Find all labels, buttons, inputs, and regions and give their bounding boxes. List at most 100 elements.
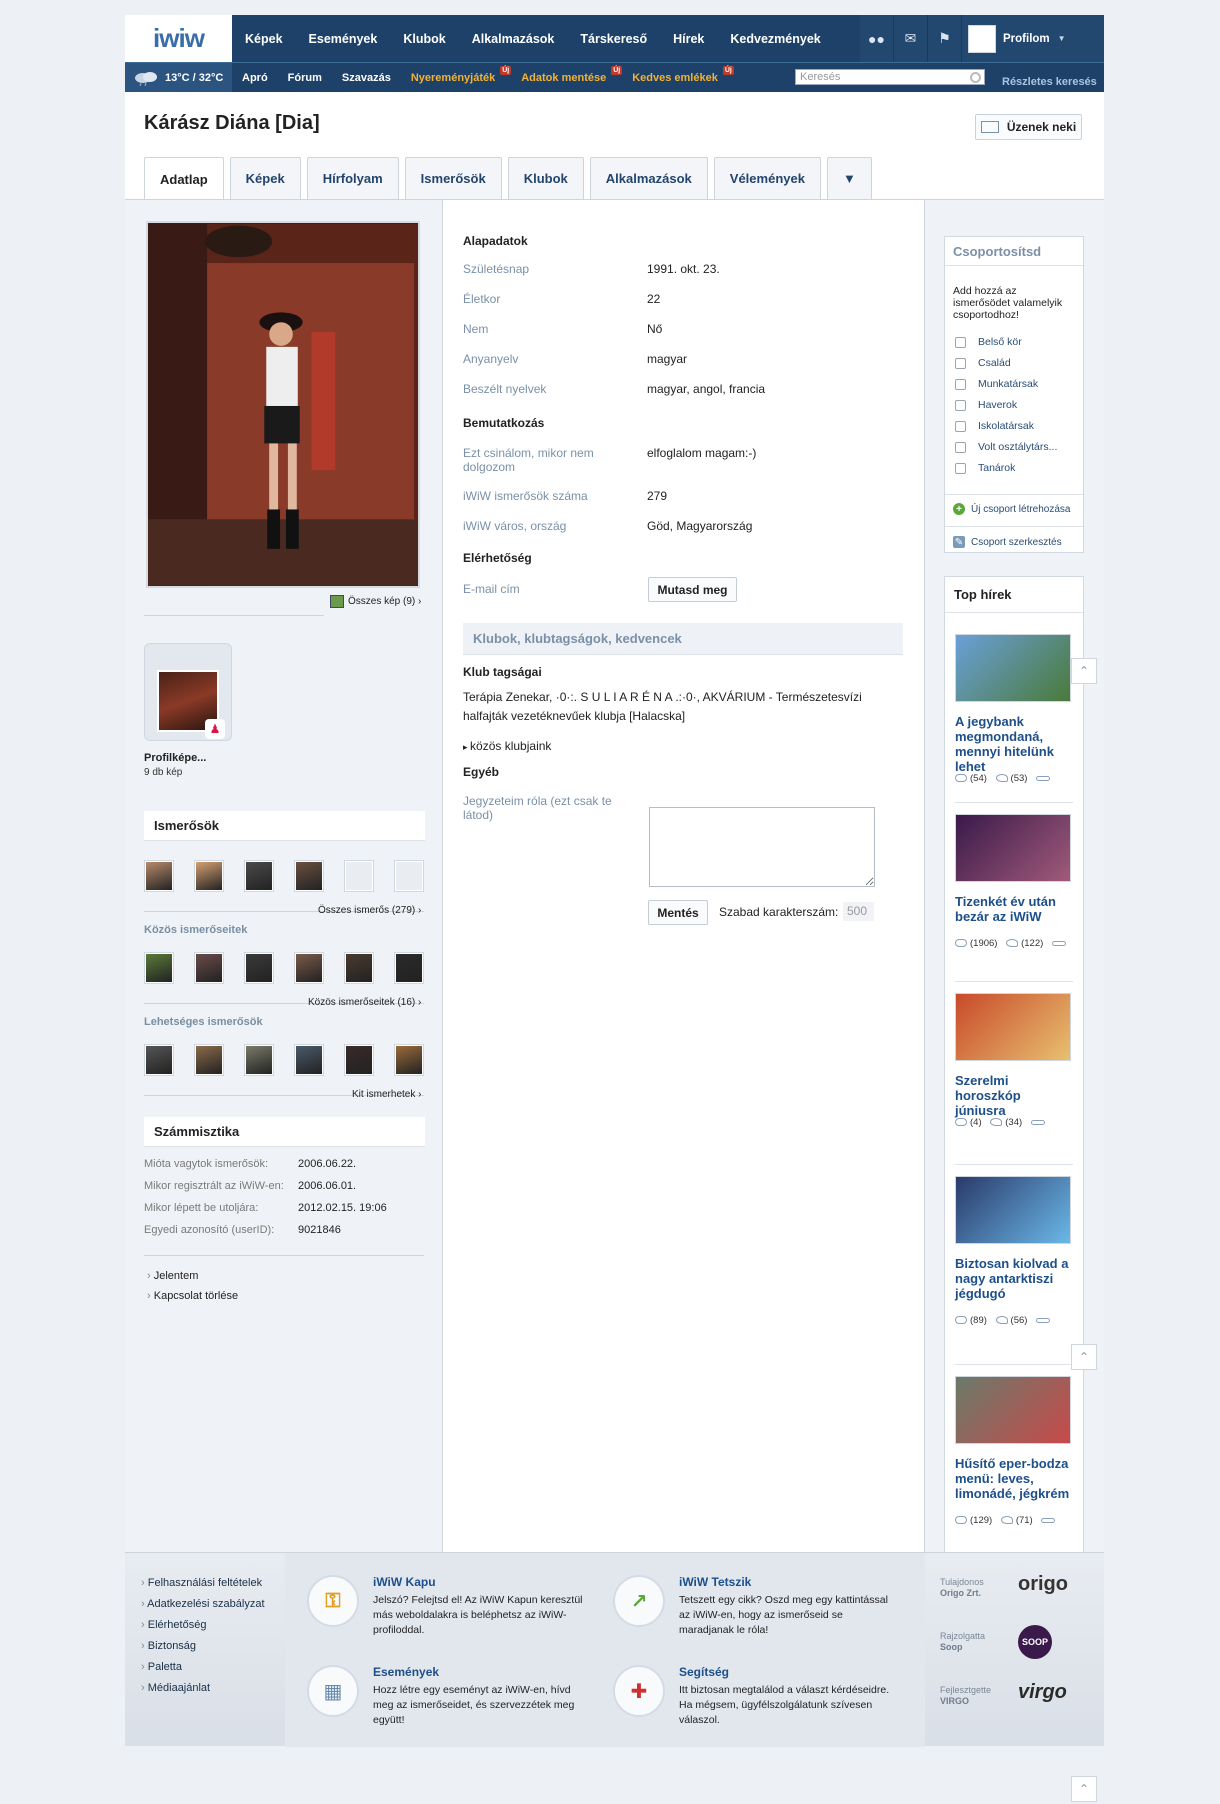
group-checkbox-row[interactable]: Tanárok [955,462,1015,474]
footer-link-2[interactable]: Elérhetőség [141,1615,265,1636]
group-checkbox-row[interactable]: Volt osztálytárs... [955,441,1057,453]
subnav-item-1[interactable]: Fórum [278,72,332,84]
share-icon[interactable] [1036,775,1051,781]
common-clubs-link[interactable]: közös klubjaink [463,739,551,753]
nav-item-1[interactable]: Események [296,32,391,46]
heart-icon[interactable] [1000,1516,1013,1525]
checkbox[interactable] [955,336,966,348]
nav-item-2[interactable]: Klubok [390,32,458,46]
share-icon[interactable] [1036,1317,1051,1323]
profile-menu-button[interactable]: Profilom ▼ [962,24,1066,53]
heart-icon[interactable] [1006,939,1019,948]
tab-1[interactable]: Képek [229,157,301,199]
credit-dev[interactable]: Fejlesztgette VIRGO virgo [940,1681,1090,1721]
news-image[interactable] [955,1376,1071,1444]
friend-avatar[interactable] [194,860,224,892]
new-group-link[interactable]: + Új csoport létrehozása [953,503,1071,515]
heart-icon[interactable] [995,774,1008,783]
nav-item-6[interactable]: Kedvezmények [717,32,833,46]
comment-icon[interactable] [955,774,967,783]
credit-owner[interactable]: Tulajdonos Origo Zrt. origo [940,1573,1090,1613]
news-headline[interactable]: Biztosan kiolvad a nagy antarktiszi jégd… [955,1256,1073,1301]
show-email-button[interactable]: Mutasd meg [648,577,737,602]
news-headline[interactable]: Tizenkét év után bezár az iWiW [955,894,1073,924]
friend-avatar[interactable] [144,860,174,892]
friend-avatar[interactable] [144,1044,174,1076]
news-image[interactable] [955,814,1071,882]
news-image[interactable] [955,1176,1071,1244]
share-icon[interactable] [1030,1119,1045,1125]
profile-album[interactable]: ♟ [144,643,232,741]
friend-avatar[interactable] [244,1044,274,1076]
share-icon[interactable] [1051,940,1066,946]
share-icon[interactable] [1041,1517,1056,1523]
album-title[interactable]: Profilképe... [144,752,206,764]
footer-link-0[interactable]: Felhasználási feltételek [141,1573,265,1594]
nav-item-5[interactable]: Hírek [660,32,717,46]
tab-7[interactable]: ▼ [826,157,872,199]
friend-avatar[interactable] [144,952,174,984]
possible-friends-link[interactable]: Kit ismerhetek [352,1089,421,1100]
send-message-button[interactable]: Üzenek neki [975,114,1082,140]
mail-icon[interactable]: ✉ [894,15,928,62]
friend-avatar[interactable] [294,952,324,984]
friend-avatar[interactable] [294,1044,324,1076]
action-link-1[interactable]: Kapcsolat törlése [147,1290,238,1302]
checkbox[interactable] [955,420,966,432]
friend-avatar[interactable] [194,952,224,984]
friend-avatar[interactable] [344,1044,374,1076]
action-link-0[interactable]: Jelentem [147,1270,199,1282]
notes-textarea[interactable] [649,807,875,887]
iwiw-logo[interactable]: iwiw [125,15,232,62]
subnav-item-4[interactable]: Adatok mentése Új [511,65,623,84]
news-headline[interactable]: Hűsítő eper-bodza menü: leves, limonádé,… [955,1456,1073,1501]
subnav-item-2[interactable]: Szavazás [332,72,401,84]
friend-avatar[interactable] [394,952,424,984]
common-friends-link[interactable]: Közös ismerőseitek (16) [308,997,421,1008]
footer-link-4[interactable]: Paletta [141,1657,265,1678]
footer-link-5[interactable]: Médiaajánlat [141,1678,265,1699]
flag-icon[interactable]: ⚑ [928,15,962,62]
scroll-up-button[interactable]: ⌃ [1071,658,1097,684]
group-checkbox-row[interactable]: Haverok [955,399,1017,411]
checkbox[interactable] [955,399,966,411]
advanced-search-link[interactable]: Részletes keresés [1002,76,1097,88]
credit-design[interactable]: Rajzolgatta Soop SOOP [940,1625,1090,1667]
search-icon[interactable] [970,72,981,83]
tab-3[interactable]: Ismerősök [404,157,502,199]
subnav-item-3[interactable]: Nyereményjáték Új [401,65,512,84]
checkbox[interactable] [955,357,966,369]
heart-icon[interactable] [995,1316,1008,1325]
footer-link-3[interactable]: Biztonság [141,1636,265,1657]
save-button[interactable]: Mentés [648,900,708,925]
checkbox[interactable] [955,441,966,453]
checkbox[interactable] [955,378,966,390]
group-checkbox-row[interactable]: Család [955,357,1011,369]
friend-avatar[interactable] [344,860,374,892]
friend-avatar[interactable] [244,860,274,892]
tab-5[interactable]: Alkalmazások [589,157,708,199]
tab-0[interactable]: Adatlap [144,157,224,200]
checkbox[interactable] [955,462,966,474]
friends-icon[interactable]: ●● [860,15,894,62]
tab-6[interactable]: Vélemények [713,157,821,199]
group-checkbox-row[interactable]: Belső kör [955,336,1022,348]
friend-avatar[interactable] [394,1044,424,1076]
search-input[interactable]: Keresés [795,69,985,85]
comment-icon[interactable] [955,1516,967,1525]
comment-icon[interactable] [955,1118,967,1127]
edit-group-link[interactable]: ✎ Csoport szerkesztés [953,536,1062,548]
scroll-up-button[interactable]: ⌃ [1071,1344,1097,1370]
news-image[interactable] [955,993,1071,1061]
heart-icon[interactable] [990,1118,1003,1127]
news-headline[interactable]: A jegybank megmondaná, mennyi hitelünk l… [955,714,1073,774]
nav-item-3[interactable]: Alkalmazások [459,32,568,46]
comment-icon[interactable] [955,939,967,948]
group-checkbox-row[interactable]: Munkatársak [955,378,1038,390]
news-image[interactable] [955,634,1071,702]
nav-item-0[interactable]: Képek [232,32,296,46]
nav-item-4[interactable]: Társkereső [567,32,660,46]
subnav-item-5[interactable]: Kedves emlékek Új [622,65,734,84]
comment-icon[interactable] [955,1316,967,1325]
tab-4[interactable]: Klubok [507,157,584,199]
